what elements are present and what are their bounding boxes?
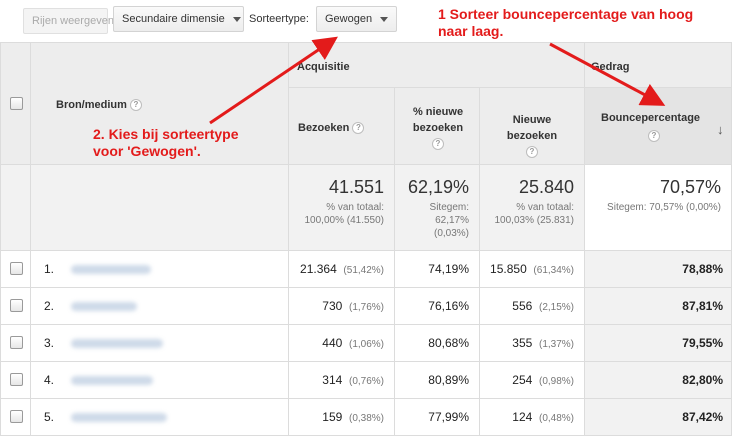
arrow-to-bounce-header [549, 42, 666, 106]
arrow-to-sort-type [209, 36, 338, 125]
annotation-step1: 1 Sorteer bouncepercentage van hoog naar … [438, 6, 694, 39]
annotation-step2: 2. Kies bij sorteertype voor 'Gewogen'. [93, 126, 239, 159]
annotation-arrows [209, 36, 666, 125]
